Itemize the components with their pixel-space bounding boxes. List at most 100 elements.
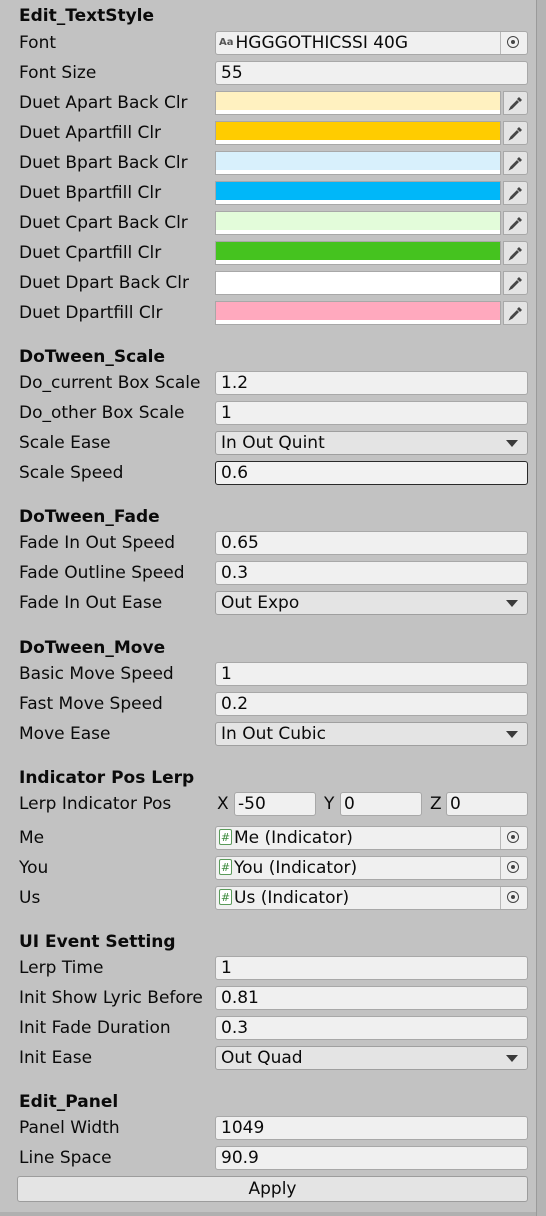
- color-swatch[interactable]: [215, 181, 501, 205]
- y-input[interactable]: 0: [340, 792, 422, 816]
- scale-speed-input[interactable]: 0.6: [215, 461, 528, 485]
- font-picker-button[interactable]: [500, 32, 527, 54]
- color-label: Duet Cpart Back Clr: [19, 213, 188, 233]
- fade-in-out-speed-input[interactable]: 0.65: [215, 531, 528, 555]
- font-size-label: Font Size: [19, 63, 97, 83]
- scrollbar[interactable]: [536, 0, 546, 1216]
- color-field: [215, 181, 528, 205]
- me-value: Me (Indicator): [234, 828, 353, 848]
- eyedropper-icon: [508, 307, 522, 321]
- fade-outline-speed-input[interactable]: 0.3: [215, 561, 528, 585]
- inspector-panel: Edit_TextStyle Font Aa HGGGOTHICSSI 40G F…: [0, 0, 536, 1216]
- move-ease-value: In Out Cubic: [221, 724, 326, 744]
- eyedropper-button[interactable]: [503, 241, 528, 265]
- color-label: Duet Dpart Back Clr: [19, 273, 190, 293]
- init-ease-dropdown[interactable]: Out Quad: [215, 1046, 528, 1070]
- color-label: Duet Apartfill Clr: [19, 123, 162, 143]
- font-asset-icon: Aa: [219, 37, 234, 48]
- color-swatch[interactable]: [215, 91, 501, 115]
- alpha-bar: [216, 320, 500, 324]
- current-box-scale-label: Do_current Box Scale: [19, 373, 201, 393]
- color-swatch[interactable]: [215, 241, 501, 265]
- other-box-scale-input[interactable]: 1: [215, 401, 528, 425]
- eyedropper-icon: [508, 187, 522, 201]
- fast-move-speed-row: Fast Move Speed 0.2: [0, 689, 536, 719]
- color-swatch[interactable]: [215, 211, 501, 235]
- eyedropper-button[interactable]: [503, 181, 528, 205]
- color-label: Duet Bpartfill Clr: [19, 183, 162, 203]
- you-object-field[interactable]: # You (Indicator): [215, 856, 528, 880]
- init-show-lyric-before-input[interactable]: 0.81: [215, 986, 528, 1010]
- move-ease-dropdown[interactable]: In Out Cubic: [215, 722, 528, 746]
- alpha-bar: [216, 260, 500, 264]
- eyedropper-button[interactable]: [503, 121, 528, 145]
- x-input[interactable]: -50: [234, 792, 316, 816]
- font-size-input[interactable]: 55: [215, 61, 528, 85]
- us-object-field[interactable]: # Us (Indicator): [215, 886, 528, 910]
- color-row: Duet Dpartfill Clr: [0, 298, 536, 328]
- fast-move-speed-input[interactable]: 0.2: [215, 692, 528, 716]
- panel-width-input[interactable]: 1049: [215, 1116, 528, 1140]
- color-field: [215, 91, 528, 115]
- color-row: Duet Dpart Back Clr: [0, 268, 536, 298]
- section-header-indicator: Indicator Pos Lerp: [19, 768, 195, 788]
- us-value: Us (Indicator): [234, 888, 350, 908]
- eyedropper-button[interactable]: [503, 151, 528, 175]
- other-box-scale-label: Do_other Box Scale: [19, 403, 185, 423]
- basic-move-speed-input[interactable]: 1: [215, 662, 528, 686]
- font-value: HGGGOTHICSSI 40G: [235, 33, 409, 53]
- line-space-input[interactable]: 90.9: [215, 1146, 528, 1170]
- fast-move-speed-label: Fast Move Speed: [19, 694, 163, 714]
- eyedropper-icon: [508, 157, 522, 171]
- current-box-scale-input[interactable]: 1.2: [215, 371, 528, 395]
- fade-in-out-ease-dropdown[interactable]: Out Expo: [215, 591, 528, 615]
- target-icon: [507, 891, 519, 903]
- fade-in-out-speed-label: Fade In Out Speed: [19, 533, 175, 553]
- alpha-bar: [216, 200, 500, 204]
- you-picker-button[interactable]: [500, 857, 527, 879]
- line-space-row: Line Space 90.9: [0, 1143, 536, 1173]
- eyedropper-button[interactable]: [503, 301, 528, 325]
- apply-button[interactable]: Apply: [17, 1176, 528, 1202]
- section-header-ui-event: UI Event Setting: [19, 932, 176, 952]
- color-row: Duet Bpartfill Clr: [0, 178, 536, 208]
- color-row: Duet Cpartfill Clr: [0, 238, 536, 268]
- line-space-label: Line Space: [19, 1148, 112, 1168]
- alpha-bar: [216, 230, 500, 234]
- lerp-time-input[interactable]: 1: [215, 956, 528, 980]
- color-swatch[interactable]: [215, 271, 501, 295]
- section-header-panel: Edit_Panel: [19, 1092, 119, 1112]
- move-ease-label: Move Ease: [19, 724, 111, 744]
- color-swatch[interactable]: [215, 151, 501, 175]
- eyedropper-button[interactable]: [503, 91, 528, 115]
- us-picker-button[interactable]: [500, 887, 527, 909]
- color-swatch[interactable]: [215, 121, 501, 145]
- me-picker-button[interactable]: [500, 827, 527, 849]
- scale-ease-dropdown[interactable]: In Out Quint: [215, 431, 528, 455]
- lerp-time-row: Lerp Time 1: [0, 953, 536, 983]
- section-header-scale: DoTween_Scale: [19, 347, 166, 367]
- y-label: Y: [324, 794, 335, 814]
- color-field: [215, 241, 528, 265]
- init-fade-duration-input[interactable]: 0.3: [215, 1016, 528, 1040]
- init-show-lyric-before-row: Init Show Lyric Before 0.81: [0, 983, 536, 1013]
- z-input[interactable]: 0: [446, 792, 528, 816]
- init-fade-duration-row: Init Fade Duration 0.3: [0, 1013, 536, 1043]
- chevron-down-icon: [506, 600, 518, 607]
- me-object-field[interactable]: # Me (Indicator): [215, 826, 528, 850]
- color-swatch[interactable]: [215, 301, 501, 325]
- target-icon: [507, 36, 519, 48]
- eyedropper-button[interactable]: [503, 271, 528, 295]
- chevron-down-icon: [506, 1055, 518, 1062]
- color-row: Duet Apartfill Clr: [0, 118, 536, 148]
- scale-speed-row: Scale Speed 0.6: [0, 458, 536, 488]
- script-icon: #: [219, 859, 232, 875]
- me-label: Me: [19, 828, 45, 848]
- font-size-row: Font Size 55: [0, 58, 536, 88]
- eyedropper-button[interactable]: [503, 211, 528, 235]
- font-object-field[interactable]: Aa HGGGOTHICSSI 40G: [215, 31, 528, 55]
- chevron-down-icon: [506, 440, 518, 447]
- alpha-bar: [216, 140, 500, 144]
- chevron-down-icon: [506, 731, 518, 738]
- fade-outline-speed-label: Fade Outline Speed: [19, 563, 185, 583]
